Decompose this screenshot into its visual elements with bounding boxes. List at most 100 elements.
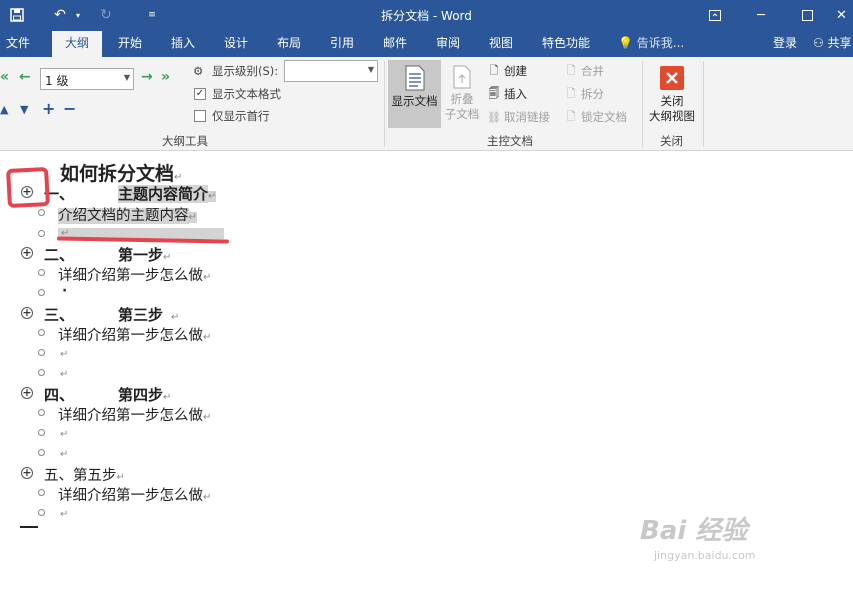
paragraph-mark: ↵ xyxy=(203,412,212,423)
sign-in-link[interactable]: 登录 xyxy=(773,31,797,55)
body-line[interactable]: 详细介绍第一步怎么做↵ xyxy=(58,324,211,345)
minimize-icon[interactable]: ─ xyxy=(746,4,776,26)
paragraph-mark: ↵ xyxy=(171,312,180,323)
show-document-label: 显示文档 xyxy=(391,94,438,108)
collapse-icon[interactable]: − xyxy=(63,99,76,118)
body-line[interactable]: 详细介绍第一步怎么做↵ xyxy=(58,484,211,505)
lock-document-button: 🗋 锁定文档 xyxy=(564,109,627,125)
empty-line[interactable]: ↵ xyxy=(60,426,68,440)
empty-line[interactable]: ↵ xyxy=(60,446,68,460)
tab-home[interactable]: 开始 xyxy=(110,31,150,57)
tab-layout[interactable]: 布局 xyxy=(269,31,309,57)
show-level-label: 显示级别(S): xyxy=(212,64,279,78)
show-text-format-checkbox[interactable]: ✓ xyxy=(194,88,206,100)
close-label-2: 大纲视图 xyxy=(649,109,695,123)
heading-line[interactable]: 一、 主题内容简介↵ xyxy=(44,183,217,204)
ribbon-tabs: 文件 大纲 开始 插入 设计 布局 引用 邮件 审阅 视图 特色功能 💡 告诉我… xyxy=(0,31,853,57)
body-line[interactable]: 介绍文档的主题内容↵ xyxy=(58,204,197,225)
expand-icon[interactable]: + xyxy=(42,99,55,118)
body-text: 详细介绍第一步怎么做 xyxy=(58,488,203,504)
chevron-down-icon: ▼ xyxy=(123,73,130,82)
group-divider xyxy=(384,61,385,147)
paragraph-mark: ↵ xyxy=(203,332,212,343)
body-bullet xyxy=(38,230,45,237)
close-outline-view-button[interactable]: 关闭 大纲视图 xyxy=(646,60,698,128)
outline-tools-group-label: 大纲工具 xyxy=(162,134,208,148)
body-bullet xyxy=(38,369,45,376)
tab-special-features[interactable]: 特色功能 xyxy=(534,31,598,57)
collapse-subdocuments-label-2: 子文档 xyxy=(444,107,480,121)
move-down-icon[interactable]: ▼ xyxy=(20,103,28,116)
paragraph-mark: ↵ xyxy=(163,392,172,403)
tell-me-box[interactable]: 💡 告诉我... xyxy=(618,31,684,57)
tab-design[interactable]: 设计 xyxy=(216,31,256,57)
insert-subdocument-button[interactable]: 🗐 插入 xyxy=(487,86,528,102)
share-button[interactable]: ⚇ 共享 xyxy=(813,31,852,55)
tab-insert[interactable]: 插入 xyxy=(163,31,203,57)
document-area[interactable]: 如何拆分文档↵ + 一、 主题内容简介↵ 介绍文档的主题内容↵ ↵ + 二、 第一步… xyxy=(0,152,853,589)
split-label: 拆分 xyxy=(581,87,604,101)
empty-line[interactable]: ↵ xyxy=(60,366,68,380)
expand-heading-icon[interactable]: + xyxy=(21,247,33,259)
outline-level-value: 1 级 xyxy=(45,74,69,88)
tab-review[interactable]: 审阅 xyxy=(428,31,468,57)
expand-heading-icon[interactable]: + xyxy=(21,467,33,479)
heading-text: 第四步 xyxy=(118,386,164,404)
show-level-select[interactable]: ▼ xyxy=(284,60,378,82)
unlink-label: 取消链接 xyxy=(504,110,550,124)
first-line-only-checkbox[interactable] xyxy=(194,110,206,122)
empty-line[interactable]: ↵ xyxy=(60,346,68,360)
ribbon-display-icon[interactable] xyxy=(700,4,730,26)
heading-number: 五、 xyxy=(44,468,73,484)
collapse-subdocuments-button: 折叠 子文档 xyxy=(442,60,482,128)
expand-heading-icon[interactable]: + xyxy=(21,387,33,399)
expand-heading-icon[interactable]: + xyxy=(21,307,33,319)
insert-icon: 🗐 xyxy=(488,86,500,100)
paragraph-mark: ↵ xyxy=(60,449,69,460)
paragraph-mark: ↵ xyxy=(203,492,212,503)
demote-to-body-icon[interactable]: » xyxy=(161,69,170,85)
show-text-format-label: 显示文本格式 xyxy=(212,87,281,101)
body-line[interactable]: 详细介绍第一步怎么做↵ xyxy=(58,404,211,425)
paragraph-mark: ↵ xyxy=(60,509,69,520)
body-bullet xyxy=(38,329,45,336)
heading-line[interactable]: 五、第五步↵ xyxy=(44,464,125,485)
empty-line[interactable]: ↵ xyxy=(60,506,68,520)
move-up-icon[interactable]: ▲ xyxy=(0,103,8,116)
tell-me-text: 告诉我... xyxy=(636,36,685,50)
create-subdocument-button[interactable]: 🗋 创建 xyxy=(487,63,527,79)
paragraph-mark: ↵ xyxy=(163,252,172,263)
body-bullet xyxy=(38,269,45,276)
tab-view[interactable]: 视图 xyxy=(481,31,521,57)
paragraph-mark: ↵ xyxy=(60,349,69,360)
show-document-button[interactable]: 显示文档 xyxy=(388,60,441,128)
empty-line[interactable]: · xyxy=(62,283,67,299)
heading-line[interactable]: 三、 第三步 ↵ xyxy=(44,304,179,325)
body-line[interactable]: 详细介绍第一步怎么做↵ xyxy=(58,264,211,285)
outline-level-select[interactable]: 1 级 ▼ xyxy=(40,68,134,90)
close-window-icon[interactable]: ✕ xyxy=(830,4,853,26)
baidu-watermark: Bai 经验 jingyan.baidu.com xyxy=(640,510,756,562)
heading-line[interactable]: 四、 第四步↵ xyxy=(44,384,171,405)
create-icon: 🗋 xyxy=(489,63,499,77)
paragraph-mark: ↵ xyxy=(60,369,69,380)
body-text: 详细介绍第一步怎么做 xyxy=(58,268,203,284)
title-bar: ↶ ▾ ↻ ≡ 拆分文档 - Word ─ ✕ xyxy=(0,0,853,31)
promote-to-heading1-icon[interactable]: « xyxy=(0,69,9,85)
promote-icon[interactable]: ← xyxy=(19,69,31,85)
dot-mark: · xyxy=(62,283,68,299)
heading-line[interactable]: 二、 第一步↵ xyxy=(44,244,171,265)
demote-icon[interactable]: → xyxy=(141,69,153,85)
body-bullet xyxy=(38,509,45,516)
end-of-document-marker xyxy=(20,526,38,528)
tab-outline[interactable]: 大纲 xyxy=(52,31,102,57)
tab-file[interactable]: 文件 xyxy=(0,31,36,57)
tab-mailings[interactable]: 邮件 xyxy=(375,31,415,57)
show-level-icon: ⚙ xyxy=(193,64,204,78)
tab-references[interactable]: 引用 xyxy=(322,31,362,57)
unlink-icon: ⛓ xyxy=(487,110,501,124)
document-title-line[interactable]: 如何拆分文档↵ xyxy=(60,159,182,186)
maximize-icon[interactable] xyxy=(792,4,822,26)
lightbulb-icon: 💡 xyxy=(618,36,633,50)
paragraph-mark: ↵ xyxy=(174,172,183,183)
